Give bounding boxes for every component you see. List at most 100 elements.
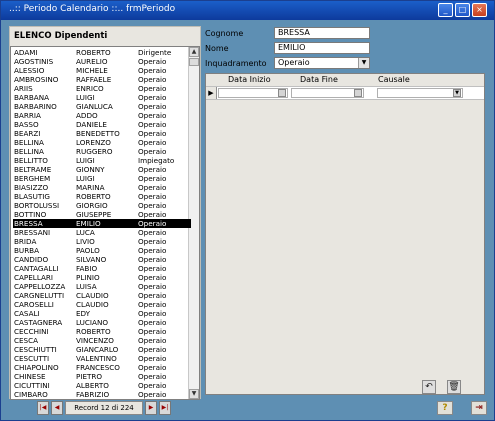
list-item[interactable]: BEARZI BENEDETTO Operaio [13,129,191,138]
list-item[interactable]: CESCA VINCENZO Operaio [13,336,191,345]
list-item[interactable]: CICUTTINI ALBERTO Operaio [13,381,191,390]
role-cell: Dirigente [138,48,172,57]
first-record-icon[interactable]: |◀ [37,401,49,415]
list-item[interactable]: BORTOLUSSI GIORGIO Operaio [13,201,191,210]
cognome-label: Cognome [205,29,244,38]
list-item[interactable]: CARGNELUTTI CLAUDIO Operaio [13,291,191,300]
surname-cell: CHIAPOLINO [14,363,59,372]
window-title: ..:: Periodo Calendario ::.. frmPeriodo [9,4,176,14]
list-item[interactable]: AMBROSINO RAFFAELE Operaio [13,75,191,84]
surname-cell: BARRIA [14,111,41,120]
list-item[interactable]: CASTAGNERA LUCIANO Operaio [13,318,191,327]
list-item[interactable]: BELLINA RUGGERO Operaio [13,147,191,156]
data-inizio-cell[interactable] [218,88,288,98]
chevron-down-icon[interactable]: ▼ [453,89,461,97]
list-item[interactable]: BRESSA EMILIO Operaio [13,219,191,228]
cognome-field[interactable]: BRESSA [274,27,370,39]
list-item[interactable]: CHINESE PIETRO Operaio [13,372,191,381]
list-item[interactable]: BELLINA LORENZO Operaio [13,138,191,147]
firstname-cell: EMILIO [76,219,101,228]
help-icon[interactable]: ? [437,401,453,415]
next-record-icon[interactable]: ▶ [145,401,157,415]
grid-body [206,100,484,394]
list-item[interactable]: AGOSTINIS AURELIO Operaio [13,57,191,66]
list-item[interactable]: CAROSELLI CLAUDIO Operaio [13,300,191,309]
list-item[interactable]: CAPPELLOZZA LUISA Operaio [13,282,191,291]
surname-cell: BERGHEM [14,174,51,183]
list-item[interactable]: ADAMI ROBERTO Dirigente [13,48,191,57]
surname-cell: BELLINA [14,138,44,147]
grid-new-row[interactable]: ▶ ▼ [206,87,484,100]
list-item[interactable]: BLASUTIG ROBERTO Operaio [13,192,191,201]
role-cell: Operaio [138,66,167,75]
header-causale[interactable]: Causale [378,74,410,86]
list-item[interactable]: BRESSANI LUCA Operaio [13,228,191,237]
list-item[interactable]: CECCHINI ROBERTO Operaio [13,327,191,336]
list-item[interactable]: BARRIA ADDO Operaio [13,111,191,120]
chevron-down-icon[interactable]: ▼ [358,58,369,68]
firstname-cell: LUISA [76,282,97,291]
list-item[interactable]: BURBA PAOLO Operaio [13,246,191,255]
app-window: ..:: Periodo Calendario ::.. frmPeriodo … [0,0,495,421]
role-cell: Operaio [138,237,167,246]
exit-icon[interactable]: ⇥ [471,401,487,415]
list-item[interactable]: BOTTINO GIUSEPPE Operaio [13,210,191,219]
inquadramento-select[interactable]: Operaio ▼ [274,57,370,69]
previous-record-icon[interactable]: ◀ [51,401,63,415]
list-item[interactable]: BERGHEM LUIGI Operaio [13,174,191,183]
role-cell: Operaio [138,381,167,390]
header-data-inizio[interactable]: Data Inizio [228,74,271,86]
employee-list[interactable]: ▲ ▼ ADAMI ROBERTO Dirigente AGOSTINIS AURELI… [10,46,200,400]
maximize-button[interactable]: □ [455,3,470,17]
surname-cell: CESCUTTI [14,354,50,363]
list-item[interactable]: CANDIDO SILVANO Operaio [13,255,191,264]
list-item[interactable]: CESCUTTI VALENTINO Operaio [13,354,191,363]
firstname-cell: PLINIO [76,273,100,282]
list-item[interactable]: CHIAPOLINO FRANCESCO Operaio [13,363,191,372]
firstname-cell: BENEDETTO [76,129,120,138]
role-cell: Operaio [138,345,167,354]
list-item[interactable]: CIMBARO FABRIZIO Operaio [13,390,191,399]
row-selector-icon[interactable]: ▶ [206,87,217,99]
role-cell: Operaio [138,192,167,201]
surname-cell: CHINESE [14,372,46,381]
list-item[interactable]: ALESSIO MICHELE Operaio [13,66,191,75]
employee-panel: ELENCO Dipendenti ▲ ▼ ADAMI ROBERTO Dirige… [9,26,201,400]
minimize-button[interactable]: _ [438,3,453,17]
firstname-cell: AURELIO [76,57,108,66]
list-item[interactable]: CESCHIUTTI GIANCARLO Operaio [13,345,191,354]
causale-cell[interactable]: ▼ [377,88,463,98]
data-fine-cell[interactable] [291,88,364,98]
last-record-icon[interactable]: ▶| [159,401,171,415]
firstname-cell: GIUSEPPE [76,210,112,219]
role-cell: Operaio [138,201,167,210]
calendar-icon[interactable] [278,89,286,97]
role-cell: Operaio [138,57,167,66]
list-item[interactable]: BASSO DANIELE Operaio [13,120,191,129]
header-data-fine[interactable]: Data Fine [300,74,338,86]
firstname-cell: ENRICO [76,84,104,93]
list-item[interactable]: BELLITTO LUIGI Impiegato [13,156,191,165]
list-item[interactable]: ARIIS ENRICO Operaio [13,84,191,93]
role-cell: Operaio [138,219,167,228]
surname-cell: ADAMI [14,48,38,57]
surname-cell: CECCHINI [14,327,49,336]
list-item[interactable]: CASALI EDY Operaio [13,309,191,318]
firstname-cell: FRANCESCO [76,363,120,372]
close-button[interactable]: × [472,3,487,17]
calendar-icon[interactable] [354,89,362,97]
role-cell: Operaio [138,84,167,93]
trash-icon[interactable]: 🗑 [447,380,461,394]
list-item[interactable]: BARBARINO GIANLUCA Operaio [13,102,191,111]
list-item[interactable]: CAPELLARI PLINIO Operaio [13,273,191,282]
role-cell: Operaio [138,291,167,300]
nome-field[interactable]: EMILIO [274,42,370,54]
role-cell: Operaio [138,75,167,84]
undo-icon[interactable]: ↶ [422,380,436,394]
list-item[interactable]: CANTAGALLI FABIO Operaio [13,264,191,273]
list-item[interactable]: BARBANA LUIGI Operaio [13,93,191,102]
grid-header: Data Inizio Data Fine Causale [206,74,484,87]
list-item[interactable]: BELTRAME GIONNY Operaio [13,165,191,174]
list-item[interactable]: BIASIZZO MARINA Operaio [13,183,191,192]
list-item[interactable]: BRIDA LIVIO Operaio [13,237,191,246]
